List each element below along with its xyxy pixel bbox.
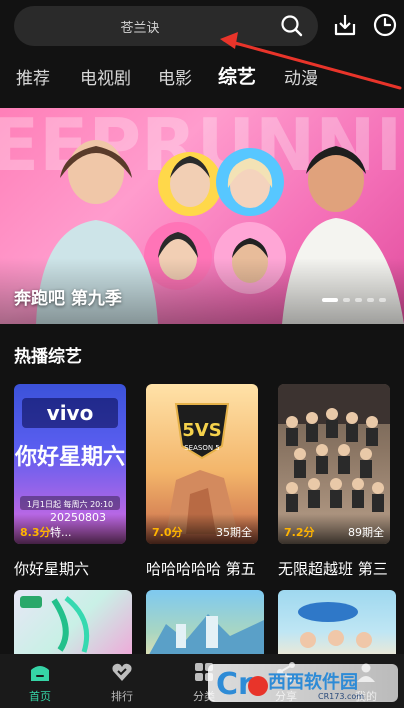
banner-dot	[367, 298, 374, 302]
episode-info: 20250803 特...	[50, 511, 106, 539]
home-icon	[31, 666, 49, 681]
history-clock-icon[interactable]	[370, 10, 400, 40]
watermark-logo-icon: Cr	[216, 667, 268, 700]
nav-label: 首页	[29, 690, 51, 703]
show-card[interactable]: 7.2分 89期全	[278, 384, 390, 544]
poster-image	[298, 602, 372, 648]
show-title[interactable]: 哈哈哈哈哈 第五	[146, 558, 264, 579]
poster-image	[146, 614, 264, 660]
top-bar: 苍兰诀	[0, 0, 404, 52]
search-icon[interactable]	[280, 14, 304, 38]
site-watermark: Cr 西西软件园 CR173.com	[208, 658, 404, 708]
banner-pagination	[322, 298, 386, 302]
show-title[interactable]: 你好星期六	[14, 558, 132, 579]
ranking-heart-icon	[112, 663, 132, 681]
search-placeholder: 苍兰诀	[120, 21, 160, 36]
nav-home[interactable]: 首页	[0, 654, 80, 708]
tab-movies[interactable]: 电影	[158, 64, 192, 89]
banner-title: 奔跑吧 第九季	[14, 289, 122, 309]
episode-info: 35期全	[216, 526, 252, 539]
banner-dot	[343, 298, 350, 302]
banner-dot	[322, 298, 338, 302]
poster-date-text: 1月1日起 每周六 20:10	[27, 499, 113, 509]
category-tabs: 推荐 电视剧 电影 综艺 动漫	[0, 58, 404, 153]
show-card[interactable]: 5VS SEASON 5 7.0分 35期全	[146, 384, 258, 544]
banner-dot	[379, 298, 386, 302]
tab-recommend[interactable]: 推荐	[16, 64, 50, 89]
show-title[interactable]: 无限超越班 第三	[278, 558, 396, 579]
show-card[interactable]: vivo 你好星期六 1月1日起 每周六 20:10 8.3分 20250803…	[14, 384, 126, 544]
poster-brand-text: vivo	[47, 401, 94, 425]
rating-score: 7.0分	[152, 526, 183, 539]
watermark-text: 西西软件园	[268, 672, 358, 693]
poster-title-text: 你好星期六	[14, 444, 125, 470]
poster-logo-text: 5VS	[182, 420, 221, 441]
tab-anime[interactable]: 动漫	[284, 64, 318, 89]
rating-score: 8.3分	[20, 526, 51, 539]
nav-ranking[interactable]: 排行	[82, 654, 162, 708]
search-box[interactable]: 苍兰诀	[14, 6, 318, 46]
download-icon[interactable]	[330, 10, 360, 40]
poster-image	[20, 596, 90, 653]
watermark-url: CR173.com	[318, 692, 365, 701]
svg-text:Cr: Cr	[216, 667, 253, 700]
show-card-partial[interactable]	[278, 590, 396, 660]
section-title: 热播综艺	[14, 347, 82, 367]
banner-dot	[355, 298, 362, 302]
tab-tv-series[interactable]: 电视剧	[80, 64, 131, 89]
show-card-partial[interactable]	[14, 590, 132, 660]
nav-label: 排行	[111, 690, 133, 703]
rating-score: 7.2分	[284, 526, 315, 539]
poster-season-text: SEASON 5	[184, 444, 220, 452]
show-card-partial[interactable]	[146, 590, 264, 660]
episode-info: 89期全	[348, 526, 384, 539]
hero-banner[interactable]: EEPRUNNI 奔跑吧 第九季	[0, 108, 404, 324]
tab-variety[interactable]: 综艺	[218, 62, 256, 89]
